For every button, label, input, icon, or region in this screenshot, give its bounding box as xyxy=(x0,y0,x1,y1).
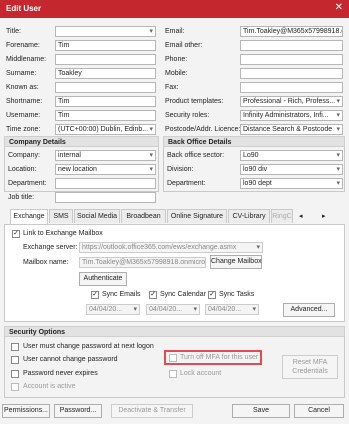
security-roles-label: Security roles: xyxy=(165,112,210,119)
back-office-sector-select[interactable]: Lo90 xyxy=(240,150,343,161)
middlename-label: Middlename: xyxy=(6,56,47,63)
company-select[interactable]: internal xyxy=(55,150,156,161)
tab-next-icon[interactable]: ▸ xyxy=(322,212,326,220)
tab-prev-icon[interactable]: ◂ xyxy=(299,212,303,220)
location-select[interactable]: new location xyxy=(55,164,156,175)
window-title: Edit User xyxy=(6,4,42,13)
authenticate-button[interactable]: Authenticate xyxy=(79,272,127,286)
tab-exchange[interactable]: Exchange xyxy=(10,209,48,224)
tab-cv-library[interactable]: CV-Library xyxy=(228,209,270,223)
email-input[interactable]: Tim.Toakley@M365x57998918.o xyxy=(240,26,343,37)
time-zone-select[interactable]: (UTC+00:00) Dublin, Edinb... xyxy=(55,124,156,135)
title-label: Title: xyxy=(6,28,21,35)
sync-tasks-label: Sync Tasks xyxy=(219,291,255,298)
email-other-input[interactable] xyxy=(240,40,343,51)
account-active-label: Account is active xyxy=(23,383,76,390)
known-as-input[interactable] xyxy=(55,82,156,93)
edit-user-panel: Title: Forename: Tim Middlename: Surname… xyxy=(0,18,349,424)
account-active-checkbox[interactable] xyxy=(11,383,19,391)
middlename-input[interactable] xyxy=(55,54,156,65)
security-roles-select[interactable]: Infinity Administrators, Infi... xyxy=(240,110,343,121)
title-bar: Edit User ✕ xyxy=(0,0,349,18)
back-office-sector-label: Back office sector: xyxy=(167,152,225,159)
bo-department-label: Department: xyxy=(167,180,206,187)
deactivate-transfer-button[interactable]: Deactivate & Transfer xyxy=(111,404,193,418)
company-department-label: Department: xyxy=(8,180,47,187)
location-label: Location: xyxy=(8,166,37,173)
username-label: Username: xyxy=(6,112,41,119)
fax-label: Fax: xyxy=(165,84,179,91)
link-exchange-label: Link to Exchange Mailbox xyxy=(23,230,103,237)
mailbox-name-label: Mailbox name: xyxy=(23,259,69,266)
exchange-server-label: Exchange server: xyxy=(23,244,78,251)
sync-calendar-date[interactable]: 04/04/20... xyxy=(146,304,200,315)
permissions-button[interactable]: Permissions... xyxy=(2,404,50,418)
sync-emails-date[interactable]: 04/04/20... xyxy=(86,304,140,315)
exchange-server-select[interactable]: https://outlook.office365.com/ews/exchan… xyxy=(79,242,263,253)
division-select[interactable]: lo90 div xyxy=(240,164,343,175)
division-label: Division: xyxy=(167,166,194,173)
turn-off-mfa-checkbox[interactable] xyxy=(169,354,177,362)
sync-emails-checkbox[interactable]: ✓ xyxy=(91,291,99,299)
phone-input[interactable] xyxy=(240,54,343,65)
time-zone-label: Time zone: xyxy=(6,126,41,133)
password-never-expires-checkbox[interactable] xyxy=(11,370,19,378)
username-input[interactable]: Tim xyxy=(55,110,156,121)
forename-label: Forename: xyxy=(6,42,40,49)
must-change-password-checkbox[interactable] xyxy=(11,343,19,351)
tab-online-signature[interactable]: Online Signature xyxy=(167,209,227,223)
job-title-input[interactable] xyxy=(55,192,156,203)
must-change-password-label: User must change password at next logon xyxy=(23,343,154,350)
company-details-header: Company Details xyxy=(4,136,159,147)
tab-sms[interactable]: SMS xyxy=(49,209,73,223)
reset-mfa-button[interactable]: Reset MFA Credentials xyxy=(282,355,338,379)
product-templates-label: Product templates: xyxy=(165,98,224,105)
tab-ringc[interactable]: RingC xyxy=(271,209,293,223)
lock-account-label: Lock account xyxy=(180,370,222,377)
known-as-label: Known as: xyxy=(6,84,39,91)
lock-account-checkbox[interactable] xyxy=(169,370,177,378)
title-select[interactable] xyxy=(55,26,156,37)
email-other-label: Email other: xyxy=(165,42,203,49)
fax-input[interactable] xyxy=(240,82,343,93)
link-exchange-checkbox[interactable]: ✓ xyxy=(12,230,20,238)
mobile-label: Mobile: xyxy=(165,70,188,77)
security-options-header: Security Options xyxy=(4,326,345,337)
email-label: Email: xyxy=(165,28,185,35)
tab-social-media[interactable]: Social Media xyxy=(74,209,120,223)
mobile-input[interactable] xyxy=(240,68,343,79)
job-title-label: Job title: xyxy=(8,194,35,201)
sync-calendar-label: Sync Calendar xyxy=(160,291,206,298)
close-icon[interactable]: ✕ xyxy=(335,3,343,13)
postcode-licence-select[interactable]: Distance Search & Postcode xyxy=(240,124,343,135)
company-label: Company: xyxy=(8,152,40,159)
tab-broadbean[interactable]: Broadbean xyxy=(121,209,166,223)
bo-department-select[interactable]: lo90 dept xyxy=(240,178,343,189)
change-mailbox-button[interactable]: Change Mailbox xyxy=(210,255,262,269)
surname-input[interactable]: Toakley xyxy=(55,68,156,79)
forename-input[interactable]: Tim xyxy=(55,40,156,51)
mailbox-name-input[interactable]: Tim.Toakley@M365x57998918.onmicros... xyxy=(79,257,206,268)
shortname-input[interactable]: Tim xyxy=(55,96,156,107)
sync-emails-label: Sync Emails xyxy=(102,291,141,298)
surname-label: Surname: xyxy=(6,70,37,77)
sync-tasks-date[interactable]: 04/04/20... xyxy=(205,304,259,315)
sync-tasks-checkbox[interactable]: ✓ xyxy=(208,291,216,299)
cancel-button[interactable]: Cancel xyxy=(294,404,344,418)
cannot-change-password-checkbox[interactable] xyxy=(11,356,19,364)
phone-label: Phone: xyxy=(165,56,188,63)
shortname-label: Shortname: xyxy=(6,98,43,105)
turn-off-mfa-label: Turn off MFA for this user xyxy=(180,354,259,361)
company-department-input[interactable] xyxy=(55,178,156,189)
advanced-button[interactable]: Advanced... xyxy=(283,303,335,317)
password-button[interactable]: Password... xyxy=(54,404,102,418)
save-button[interactable]: Save xyxy=(232,404,290,418)
tab-strip: Exchange SMS Social Media Broadbean Onli… xyxy=(4,209,345,224)
back-office-header: Back Office Details xyxy=(163,136,345,147)
product-templates-select[interactable]: Professional - Rich, Profess... xyxy=(240,96,343,107)
sync-calendar-checkbox[interactable]: ✓ xyxy=(149,291,157,299)
password-never-expires-label: Password never expires xyxy=(23,370,98,377)
postcode-licence-label: Postcode/Addr. Licence: xyxy=(165,126,241,133)
cannot-change-password-label: User cannot change password xyxy=(23,356,118,363)
